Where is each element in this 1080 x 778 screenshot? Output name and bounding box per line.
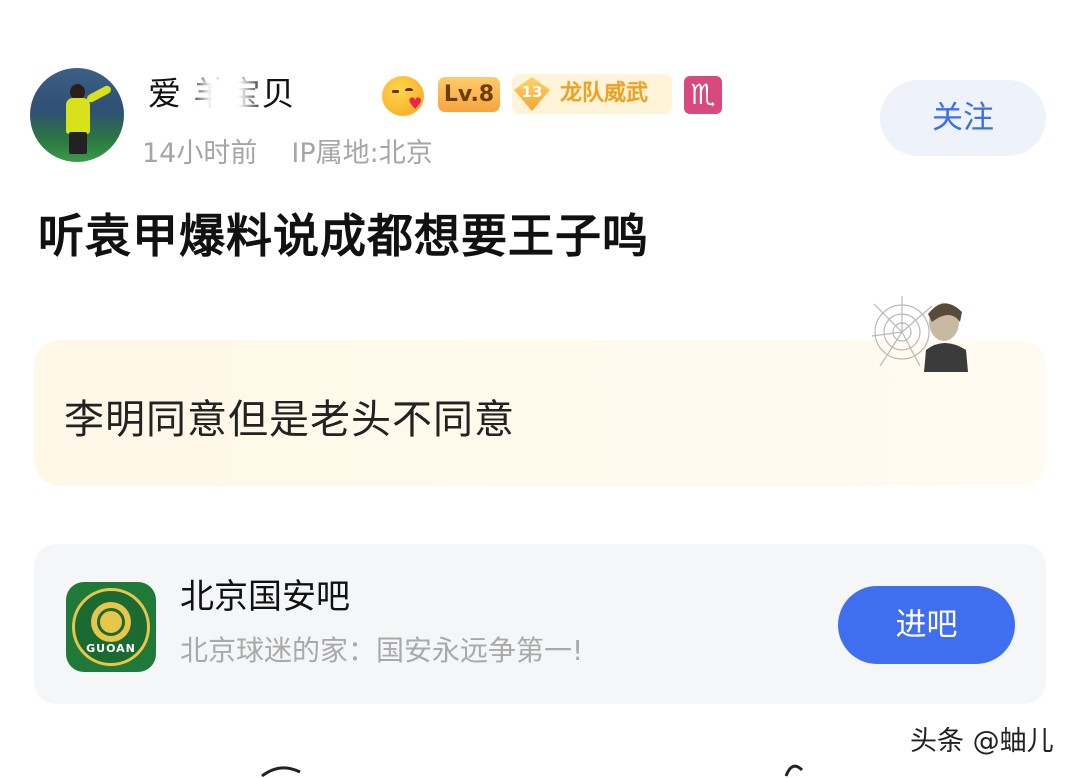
scorpio-zodiac-icon: ♏ [684,76,722,114]
forum-name[interactable]: 北京国安吧 [180,574,350,620]
author-avatar[interactable] [30,68,124,162]
post-content-text: 李明同意但是老头不同意 [64,397,515,443]
fan-badge-label: 龙队威武 [560,81,649,106]
spider-web-decoration-icon [871,296,968,372]
avatar-player-body [66,98,90,134]
bottom-cropped-drawing [261,764,804,778]
post-title: 听袁甲爆料说成都想要王子鸣 [38,209,649,263]
post-meta: 14小时前 IP属地:北京 [142,134,433,174]
forum-description: 北京球迷的家：国安永远争第一! [180,634,584,667]
logo-text: GUOAN [86,642,136,655]
kiss-emoji-icon: ♥ [382,76,424,116]
ip-location: IP属地:北京 [291,138,433,169]
avatar-player-legs [69,132,87,154]
name-mosaic [190,76,260,114]
follow-button[interactable]: 关注 [880,80,1046,156]
post-time: 14小时前 [142,138,258,169]
guoan-club-logo[interactable]: GUOAN [66,582,156,672]
level-badge: Lv.8 [438,77,500,112]
avatar-player-arm [85,84,113,104]
fan-badge: 13 龙队威武 [512,74,672,114]
enter-forum-button[interactable]: 进吧 [838,586,1015,664]
fan-level-diamond-icon: 13 [514,77,550,111]
